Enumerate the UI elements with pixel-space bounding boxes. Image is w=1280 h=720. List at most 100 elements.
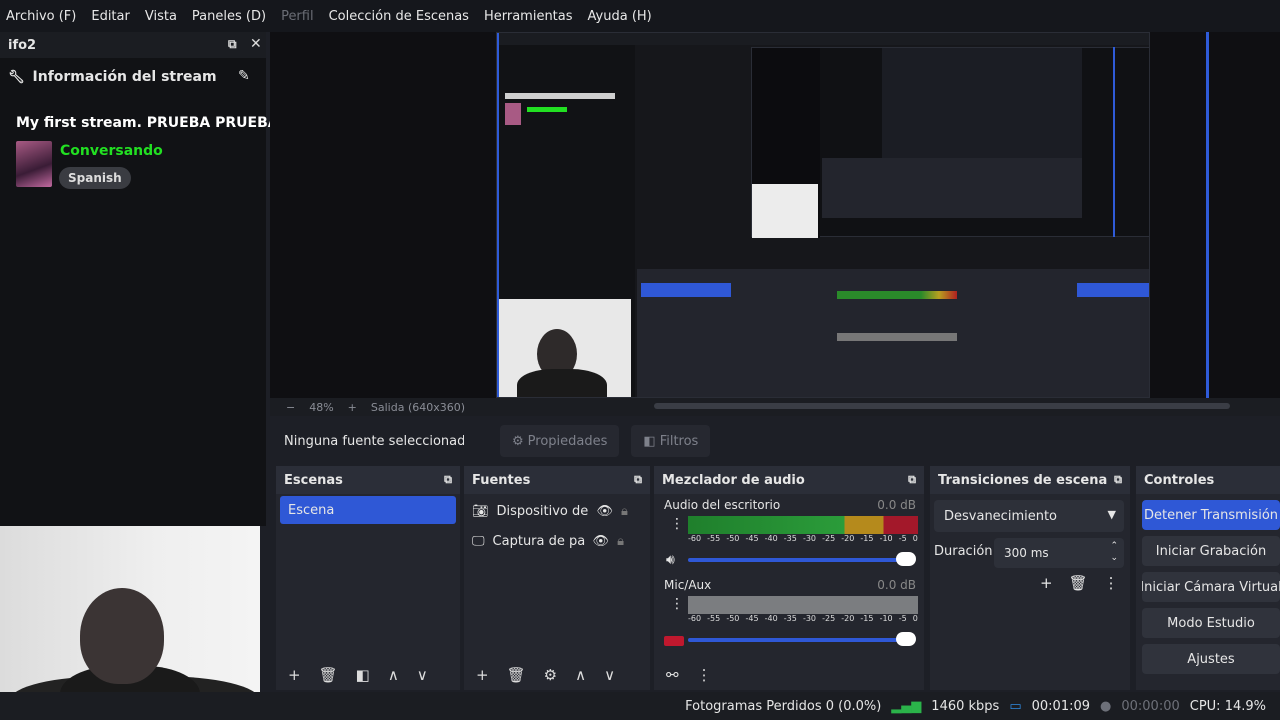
menu-editar[interactable]: Editar bbox=[91, 9, 130, 24]
remove-source-icon[interactable]: 🗑︎ bbox=[507, 666, 526, 684]
audio-mixer-dock: Mezclador de audio ⧉ Audio del escritori… bbox=[654, 466, 924, 690]
add-source-icon[interactable]: + bbox=[476, 666, 489, 684]
visibility-eye-icon[interactable]: 👁︎ bbox=[597, 504, 614, 519]
obs-window: Archivo (F) Editar Vista Paneles (D) Per… bbox=[0, 0, 1280, 720]
wrench-icon: 🔧︎ bbox=[8, 69, 25, 85]
source-item[interactable]: 🖵 Captura de par 👁︎ 🔒︎ bbox=[464, 526, 650, 556]
close-dock-icon[interactable]: ✕ bbox=[250, 36, 262, 52]
float-dock-icon[interactable]: ⧉ bbox=[228, 37, 237, 52]
transitions-toolbar: + 🗑︎ ⋮ bbox=[1040, 574, 1119, 592]
gear-icon: ⚙ bbox=[512, 433, 524, 449]
menu-herramientas[interactable]: Herramientas bbox=[484, 9, 573, 24]
remove-transition-icon[interactable]: 🗑︎ bbox=[1069, 574, 1088, 592]
stop-streaming-button[interactable]: Detener Transmisión bbox=[1142, 500, 1280, 530]
menu-coleccion-escenas[interactable]: Colección de Escenas bbox=[329, 9, 469, 24]
settings-button[interactable]: Ajustes bbox=[1142, 644, 1280, 674]
preview-output[interactable] bbox=[496, 32, 1150, 398]
zoom-out-icon[interactable]: − bbox=[286, 401, 295, 414]
webcam-feed bbox=[0, 526, 260, 720]
controls-dock: Controles Detener Transmisión Iniciar Gr… bbox=[1136, 466, 1280, 690]
scenes-header: Escenas ⧉ bbox=[276, 466, 460, 494]
move-down-icon[interactable]: ∨ bbox=[604, 666, 615, 684]
float-dock-icon[interactable]: ⧉ bbox=[1114, 473, 1122, 487]
scene-item[interactable]: Escena bbox=[280, 496, 456, 524]
menu-archivo[interactable]: Archivo (F) bbox=[6, 9, 76, 24]
scale-tick: -55 bbox=[707, 534, 721, 543]
stream-info-dock bbox=[0, 32, 266, 526]
signal-strength-icon: ▂▄▆ bbox=[891, 698, 922, 714]
scene-item-label: Escena bbox=[288, 502, 335, 518]
nested-meter-2 bbox=[837, 333, 957, 341]
float-dock-icon[interactable]: ⧉ bbox=[634, 473, 642, 487]
volume-slider[interactable] bbox=[688, 638, 910, 642]
dock-title: ifo2 bbox=[8, 37, 37, 53]
move-down-icon[interactable]: ∨ bbox=[417, 666, 428, 684]
speaker-icon[interactable]: 🔊︎ bbox=[666, 552, 675, 568]
source-properties-icon[interactable]: ⚙ bbox=[544, 666, 557, 684]
bitrate: 1460 kbps bbox=[931, 698, 1000, 714]
scale-tick: -45 bbox=[745, 614, 759, 623]
lock-icon[interactable]: 🔒︎ bbox=[621, 504, 628, 519]
volume-slider-handle[interactable] bbox=[896, 552, 916, 566]
scale-tick: -5 bbox=[898, 534, 907, 543]
scale-tick: -5 bbox=[898, 614, 907, 623]
add-transition-icon[interactable]: + bbox=[1040, 574, 1053, 592]
camera-icon: 📷︎ bbox=[472, 503, 489, 519]
start-recording-button[interactable]: Iniciar Grabación bbox=[1142, 536, 1280, 566]
nested-avatar bbox=[505, 103, 521, 125]
nested-stop-button bbox=[1077, 283, 1149, 297]
mixer-menu-icon[interactable]: ⋮ bbox=[697, 666, 712, 684]
zoom-in-icon[interactable]: + bbox=[348, 401, 357, 414]
float-dock-icon[interactable]: ⧉ bbox=[444, 473, 452, 487]
scale-tick: -40 bbox=[764, 614, 778, 623]
filters-button[interactable]: ◧ Filtros bbox=[631, 425, 711, 457]
menu-ayuda[interactable]: Ayuda (H) bbox=[588, 9, 652, 24]
lock-icon[interactable]: 🔒︎ bbox=[617, 534, 624, 549]
edit-pencil-icon[interactable]: ✎ bbox=[238, 68, 250, 84]
visibility-eye-icon[interactable]: 👁︎ bbox=[593, 534, 610, 549]
scale-tick: -60 bbox=[688, 614, 702, 623]
mic-muted-icon[interactable] bbox=[664, 636, 684, 646]
duration-label: Duración bbox=[934, 544, 993, 559]
menu-paneles[interactable]: Paneles (D) bbox=[192, 9, 266, 24]
channel-db: 0.0 dB bbox=[877, 578, 916, 592]
properties-button[interactable]: ⚙ Propiedades bbox=[500, 425, 620, 457]
scene-filters-icon[interactable]: ◧ bbox=[356, 666, 370, 684]
start-virtual-camera-button[interactable]: Iniciar Cámara Virtual bbox=[1142, 572, 1280, 602]
preview-scrollbar[interactable] bbox=[654, 403, 1230, 409]
stream-time: 00:01:09 bbox=[1031, 698, 1091, 714]
scale-tick: 0 bbox=[912, 614, 918, 623]
link-icon[interactable]: ⚯ bbox=[666, 666, 679, 684]
add-scene-icon[interactable]: + bbox=[288, 666, 301, 684]
channel-name: Audio del escritorio bbox=[664, 498, 781, 512]
volume-slider-handle[interactable] bbox=[896, 632, 916, 646]
move-up-icon[interactable]: ∧ bbox=[388, 666, 399, 684]
mixer-toolbar: ⚯ ⋮ bbox=[654, 666, 712, 684]
transition-menu-icon[interactable]: ⋮ bbox=[1104, 574, 1119, 592]
volume-meter bbox=[688, 516, 918, 534]
sources-dock: Fuentes ⧉ 📷︎ Dispositivo de v 👁︎ 🔒︎ 🖵 Ca… bbox=[464, 466, 650, 690]
remove-scene-icon[interactable]: 🗑︎ bbox=[319, 666, 338, 684]
source-toolbar: Ninguna fuente seleccionad ⚙ Propiedades… bbox=[270, 420, 1280, 462]
preview-guide-line bbox=[1206, 32, 1209, 398]
source-item[interactable]: 📷︎ Dispositivo de v 👁︎ 🔒︎ bbox=[464, 496, 650, 526]
duration-spinbox[interactable]: 300 ms ⌃ ⌄ bbox=[994, 538, 1124, 568]
menu-perfil[interactable]: Perfil bbox=[281, 9, 314, 24]
stream-status-icon: ▭ bbox=[1009, 698, 1022, 714]
menu-vista[interactable]: Vista bbox=[145, 9, 177, 24]
float-dock-icon[interactable]: ⧉ bbox=[908, 473, 916, 487]
studio-mode-button[interactable]: Modo Estudio bbox=[1142, 608, 1280, 638]
volume-slider[interactable] bbox=[688, 558, 910, 562]
scale-tick: -50 bbox=[726, 614, 740, 623]
source-label: Captura de par bbox=[492, 533, 585, 549]
channel-menu-icon[interactable]: ⋮ bbox=[670, 596, 684, 612]
transition-select[interactable]: Desvanecimiento ▼ bbox=[934, 500, 1124, 532]
dock-titlebar: ifo2 ⧉ ✕ bbox=[0, 32, 266, 58]
move-up-icon[interactable]: ∧ bbox=[575, 666, 586, 684]
spin-arrows-icon[interactable]: ⌃ ⌄ bbox=[1110, 540, 1118, 564]
stream-category[interactable]: Conversando bbox=[60, 143, 163, 159]
channel-menu-icon[interactable]: ⋮ bbox=[670, 516, 684, 532]
controls-title: Controles bbox=[1144, 472, 1215, 488]
controls-header: Controles bbox=[1136, 466, 1280, 494]
meter-scale: -60 -55 -50 -45 -40 -35 -30 -25 -20 -15 -10 -5 0 bbox=[688, 614, 918, 624]
